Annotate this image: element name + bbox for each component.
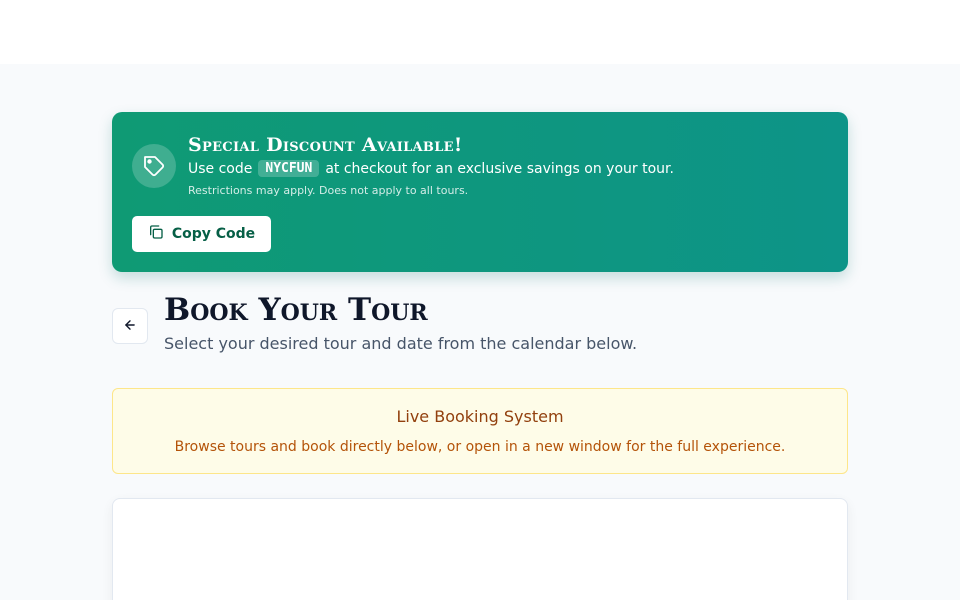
tag-icon (132, 144, 176, 188)
page-title: Book Your Tour (164, 292, 428, 328)
discount-restrictions: Restrictions may apply. Does not apply t… (188, 184, 469, 197)
booking-widget-frame[interactable] (112, 498, 848, 600)
discount-prefix: Use code (188, 160, 253, 177)
arrow-left-icon (123, 318, 137, 335)
notice-text: Browse tours and book directly below, or… (174, 439, 786, 455)
copy-code-button[interactable]: Copy Code (132, 216, 271, 252)
discount-suffix: at checkout for an exclusive savings on … (325, 160, 674, 177)
discount-description: Use code NYCFUN at checkout for an exclu… (188, 160, 674, 177)
page-subtitle: Select your desired tour and date from t… (164, 334, 638, 353)
live-booking-notice: Live Booking System Browse tours and boo… (112, 388, 848, 474)
copy-icon (148, 224, 164, 244)
notice-title: Live Booking System (396, 407, 564, 426)
copy-code-label: Copy Code (171, 226, 256, 242)
back-button[interactable] (112, 308, 148, 344)
discount-code: NYCFUN (258, 160, 320, 177)
discount-title: Special Discount Available! (188, 134, 463, 156)
top-navbar (0, 0, 960, 64)
discount-banner: Special Discount Available! Use code NYC… (112, 112, 848, 272)
